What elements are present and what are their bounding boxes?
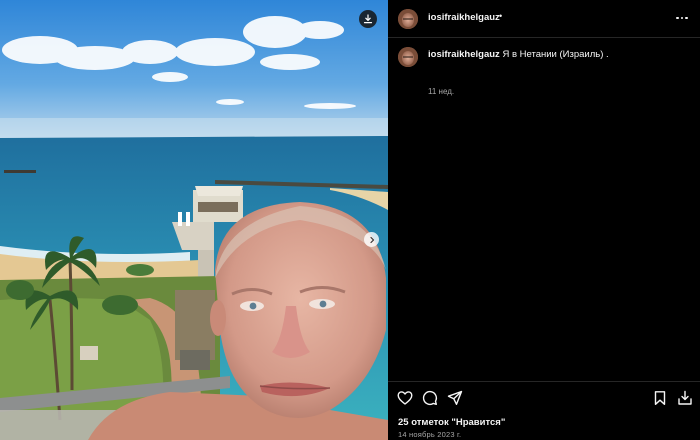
more-horizontal-icon — [676, 16, 679, 20]
comment-icon — [422, 390, 438, 406]
caption-username[interactable]: iosifraikhelgauz — [428, 49, 500, 60]
caption-avatar[interactable] — [398, 47, 418, 67]
download-icon — [363, 14, 373, 24]
likes-count[interactable]: 25 отметок "Нравится" — [398, 417, 505, 428]
heart-icon — [397, 391, 413, 405]
header-username[interactable]: iosifraikhelgauz — [428, 12, 500, 23]
post-date: 14 ноябрь 2023 г. — [398, 430, 462, 439]
avatar-image — [398, 9, 418, 29]
selfie-beach-photo — [0, 0, 388, 440]
caption-timestamp: 11 нед. — [428, 87, 455, 96]
like-button[interactable] — [397, 390, 413, 406]
avatar[interactable] — [398, 9, 418, 29]
repost-icon — [678, 390, 692, 405]
post-caption: iosifraikhelgauz Я в Нетании (Израиль) . — [428, 48, 688, 61]
share-button[interactable] — [447, 390, 463, 406]
post-photo[interactable] — [0, 0, 388, 440]
save-button[interactable] — [652, 390, 668, 406]
divider — [388, 381, 700, 382]
avatar-image — [398, 47, 418, 67]
repost-button[interactable] — [677, 390, 693, 406]
download-button[interactable] — [359, 10, 377, 28]
comment-button[interactable] — [422, 390, 438, 406]
more-options-button[interactable] — [672, 11, 692, 25]
caption-text: Я в Нетании (Израиль) . — [502, 49, 609, 60]
post-side-panel: iosifraikhelgauz • iosifraikhelgauz Я в … — [388, 0, 700, 440]
next-photo-button[interactable] — [364, 232, 379, 247]
send-icon — [447, 390, 463, 405]
header-separator: • — [499, 11, 503, 21]
post-header: iosifraikhelgauz • — [388, 0, 700, 38]
chevron-right-icon — [369, 236, 374, 243]
bookmark-icon — [654, 391, 666, 405]
